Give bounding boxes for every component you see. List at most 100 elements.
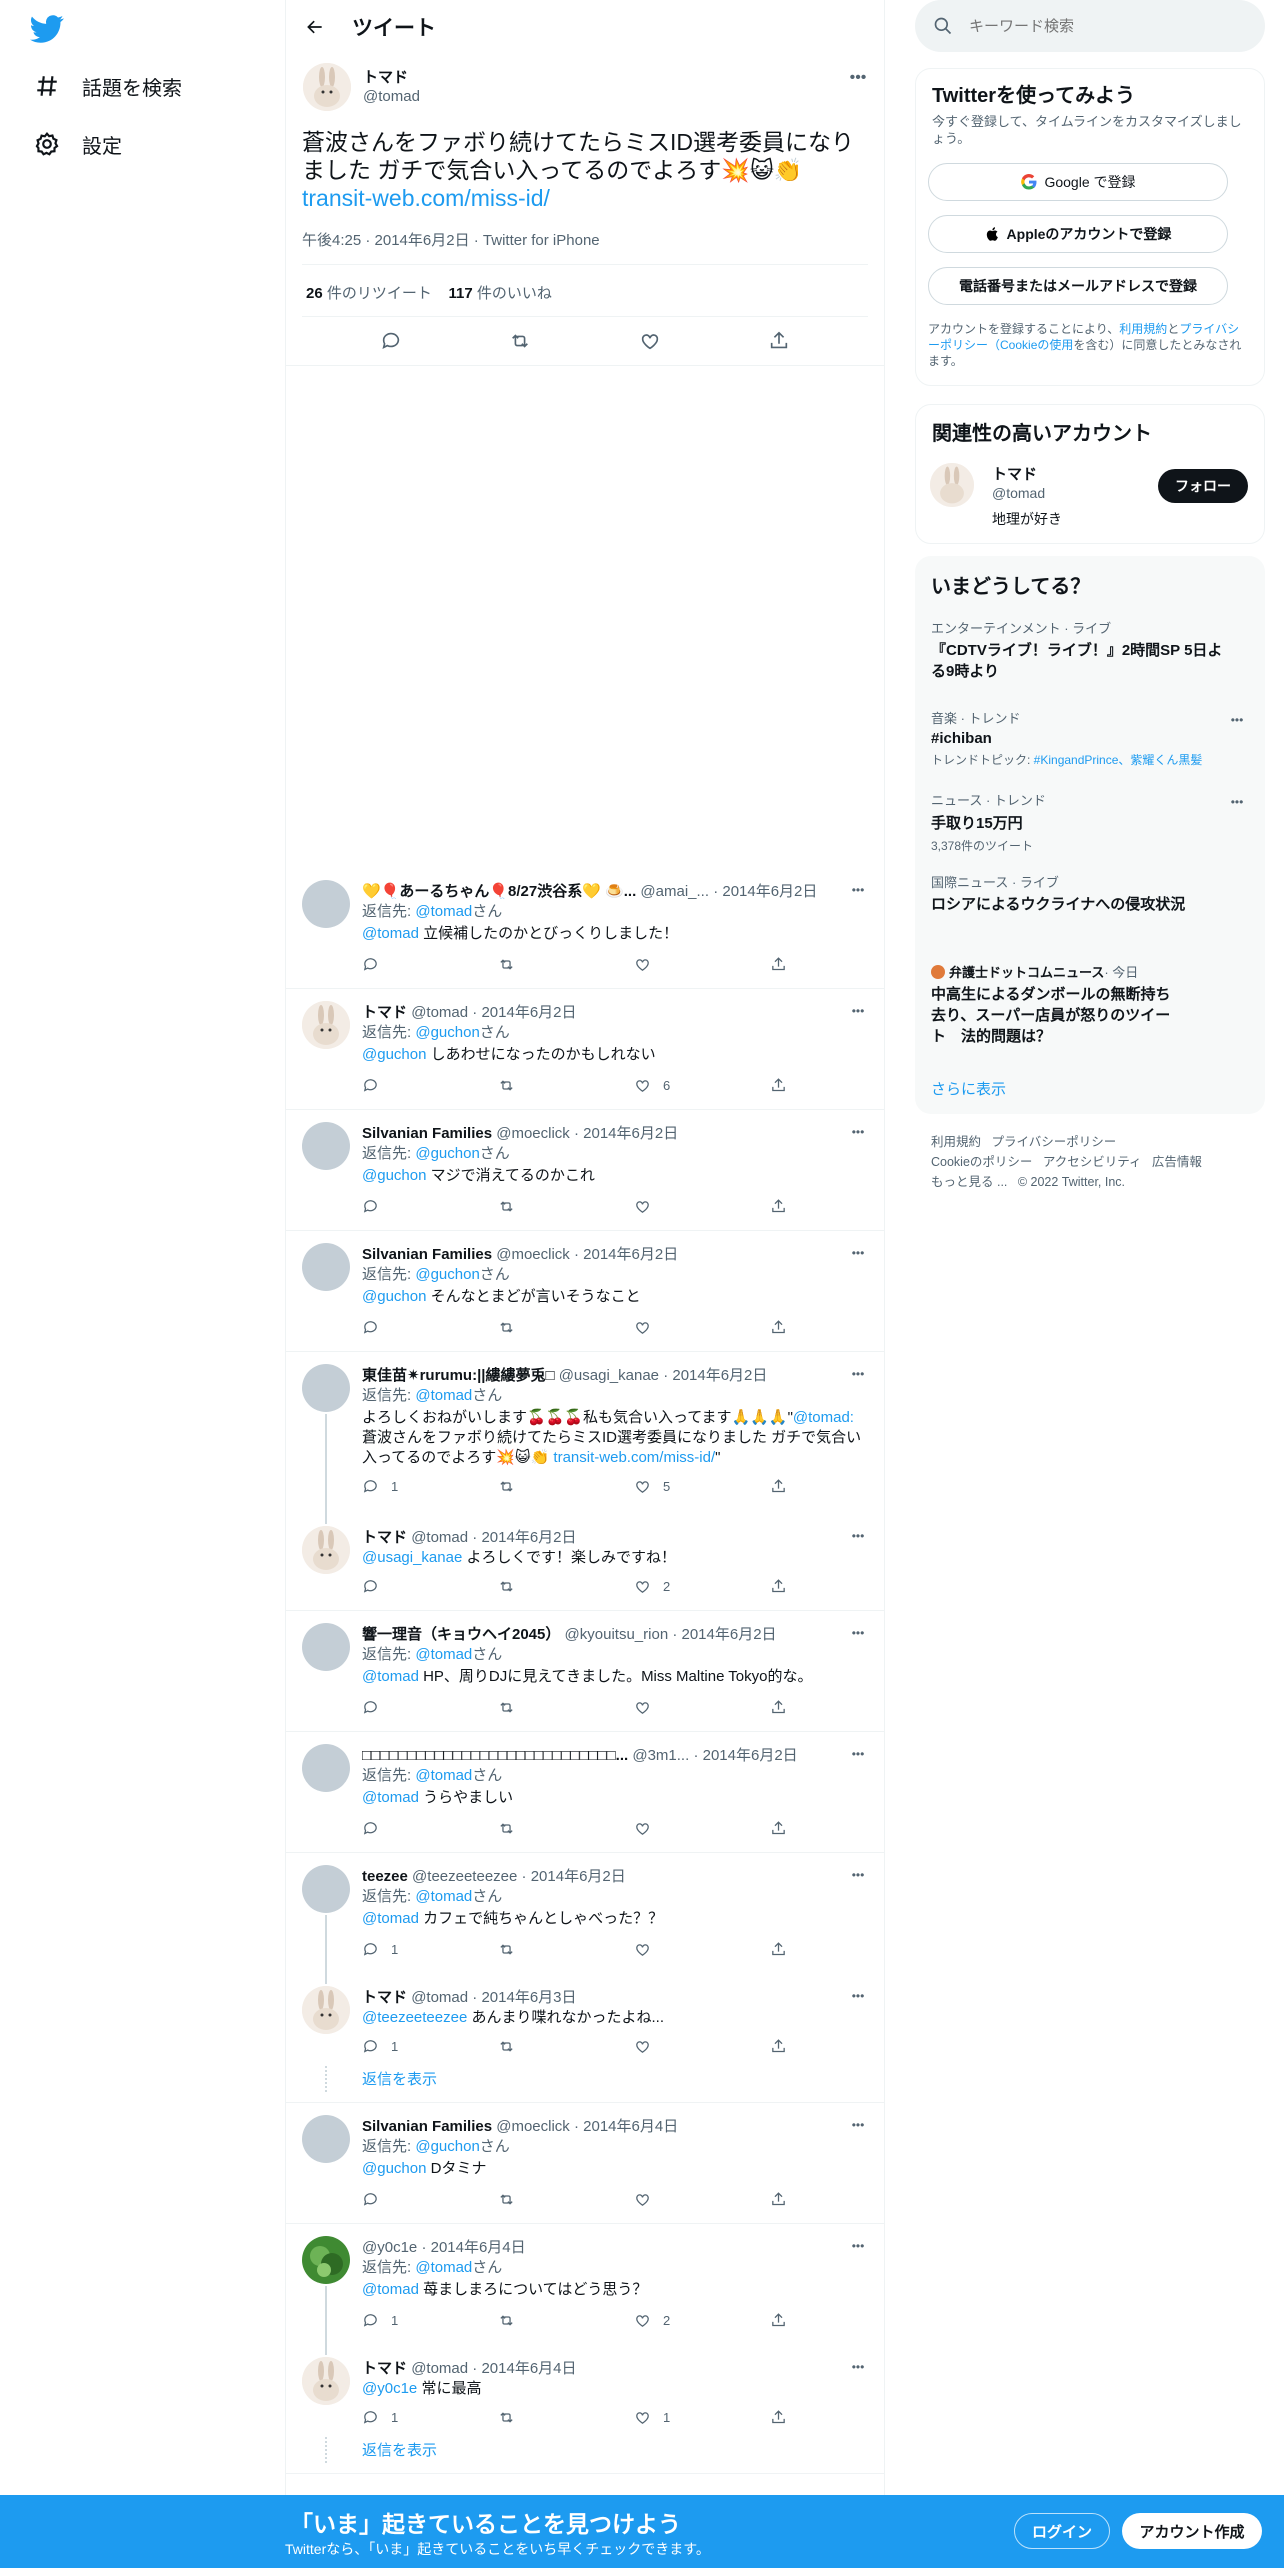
reply-tweet[interactable]: Silvanian Families @moeclick · 2014年6月2日… (286, 1231, 884, 1352)
tweet-author-name[interactable]: トマド (362, 1529, 407, 1546)
tweet-date[interactable]: · 2014年6月2日 (663, 1367, 767, 1384)
more-options-icon[interactable]: ••• (848, 68, 868, 88)
like-icon[interactable] (634, 1319, 770, 1336)
share-icon[interactable] (770, 1198, 787, 1215)
share-icon[interactable] (770, 2312, 787, 2329)
retweet-icon[interactable] (498, 1077, 634, 1094)
back-arrow-icon[interactable] (300, 12, 330, 42)
reply-tweet[interactable]: 響一理音（キョウヘイ2045） @kyouitsu_rion · 2014年6月… (286, 1611, 884, 1732)
tweet-author-handle[interactable]: @usagi_kanae (559, 1367, 659, 1384)
retweet-icon[interactable] (498, 956, 634, 973)
like-icon[interactable] (634, 1820, 770, 1837)
retweet-icon[interactable] (498, 2038, 634, 2055)
avatar[interactable] (302, 2236, 350, 2284)
trend-sub-links[interactable]: #KingandPrince、紫耀くん黒髪 (1034, 753, 1203, 767)
like-label[interactable]: 件のいいね (477, 285, 552, 302)
like-icon[interactable] (634, 1941, 770, 1958)
trend-item[interactable]: ニュース · トレンド 手取り15万円 3,378件のツイート (931, 790, 1231, 854)
mention-link[interactable]: @guchon (362, 1167, 426, 1184)
reply-tweet[interactable]: 💛🎈あーるちゃん🎈8/27渋谷系💛 🍮... @amai_... · 2014年… (286, 868, 884, 989)
avatar[interactable] (302, 1623, 350, 1671)
tweet-author-handle[interactable]: @moeclick (496, 1125, 570, 1142)
retweet-label[interactable]: 件のリツイート (327, 285, 432, 302)
like-icon[interactable] (634, 1198, 770, 1215)
retweet-icon[interactable] (498, 1941, 634, 1958)
reply-icon[interactable]: 1 (362, 2038, 498, 2055)
mention-link[interactable]: @guchon (362, 2160, 426, 2177)
reply-tweet[interactable]: @y0c1e · 2014年6月4日 ••• 返信先: @tomadさん @tomad… (286, 2224, 884, 2345)
reply-to-mention[interactable]: @tomad (415, 903, 472, 920)
tweet-author-name[interactable]: トマド (362, 1004, 407, 1021)
reply-to-mention[interactable]: @tomad (415, 1888, 472, 1905)
like-icon[interactable] (639, 330, 661, 352)
like-icon[interactable] (634, 2038, 770, 2055)
terms-link[interactable]: 利用規約 (1119, 322, 1167, 336)
avatar[interactable] (302, 880, 350, 928)
more-options-icon[interactable]: ••• (848, 1526, 868, 1546)
footer-link[interactable]: もっと見る ... (931, 1175, 1007, 1189)
main-tweet-link[interactable]: transit-web.com/miss-id/ (302, 185, 550, 211)
reply-tweet[interactable]: トマド @tomad · 2014年6月4日 ••• @y0c1e 常に最高 1 1 返信… (286, 2345, 884, 2474)
tweet-date[interactable]: · 2014年6月4日 (421, 2239, 525, 2256)
tweet-author-name[interactable]: 東佳苗✷rurumu:||縷縷夢兎□ (362, 1367, 555, 1384)
like-icon[interactable]: 6 (634, 1077, 770, 1094)
related-handle[interactable]: @tomad (992, 485, 1045, 501)
more-options-icon[interactable]: ••• (848, 2357, 868, 2377)
share-icon[interactable] (770, 1319, 787, 1336)
tweet-author-handle[interactable]: @moeclick (496, 1246, 570, 1263)
avatar[interactable] (302, 1243, 350, 1291)
reply-icon[interactable]: 1 (362, 1478, 498, 1495)
tweet-author-handle[interactable]: @tomad (411, 1004, 468, 1021)
cookie-link[interactable]: （Cookieの使用 (988, 338, 1073, 352)
tweet-date[interactable]: · 2014年6月2日 (672, 1626, 776, 1643)
reply-tweet[interactable]: 東佳苗✷rurumu:||縷縷夢兎□ @usagi_kanae · 2014年6… (286, 1352, 884, 1514)
reply-icon[interactable] (362, 1077, 498, 1094)
reply-icon[interactable] (362, 956, 498, 973)
apple-signup-button[interactable]: Appleのアカウントで登録 (928, 215, 1228, 253)
trend-item[interactable]: 弁護士ドットコムニュース · 今日 中高生によるダンボールの無断持ち去り、スーパ… (931, 962, 1171, 1047)
nav-settings[interactable]: 設定 (32, 126, 122, 162)
reply-tweet[interactable]: Silvanian Families @moeclick · 2014年6月4日… (286, 2103, 884, 2224)
tweet-date[interactable]: · 2014年6月4日 (574, 2118, 678, 2135)
share-icon[interactable] (770, 1077, 787, 1094)
reply-icon[interactable] (362, 1820, 498, 1837)
like-count[interactable]: 117 (449, 285, 473, 302)
footer-link[interactable]: プライバシーポリシー (991, 1135, 1116, 1149)
main-tweet-meta[interactable]: 午後4:25 · 2014年6月2日 · Twitter for iPhone (302, 229, 600, 250)
reply-tweet[interactable]: トマド @tomad · 2014年6月2日 ••• 返信先: @guchonさん @… (286, 989, 884, 1110)
tweet-link[interactable]: transit-web.com/miss-id/ (553, 1449, 715, 1466)
mention-link[interactable]: @usagi_kanae (362, 1549, 462, 1566)
tweet-author-handle[interactable]: @moeclick (496, 2118, 570, 2135)
retweet-icon[interactable] (498, 2312, 634, 2329)
search-bar[interactable] (915, 0, 1265, 52)
reply-icon[interactable] (362, 1699, 498, 1716)
share-icon[interactable] (770, 1578, 787, 1595)
mention-link[interactable]: @tomad: (793, 1409, 854, 1426)
tweet-author-handle[interactable]: @teezeeteezee (412, 1868, 517, 1885)
footer-link[interactable]: Cookieのポリシー (931, 1155, 1032, 1169)
footer-link[interactable]: 利用規約 (931, 1135, 981, 1149)
tweet-author-name[interactable]: Silvanian Families (362, 1125, 492, 1142)
mention-link[interactable]: @teezeeteezee (362, 2009, 467, 2026)
reply-to-mention[interactable]: @tomad (415, 1646, 472, 1663)
tweet-date[interactable]: · 2014年6月3日 (472, 1989, 576, 2006)
retweet-icon[interactable] (498, 2191, 634, 2208)
reply-to-mention[interactable]: @tomad (415, 1387, 472, 1404)
tweet-date[interactable]: · 2014年6月4日 (472, 2360, 576, 2377)
more-options-icon[interactable]: ••• (848, 1744, 868, 1764)
trend-item[interactable]: エンターテインメント · ライブ 『CDTVライブ！ライブ！』2時間SP 5日よ… (931, 618, 1231, 682)
tweet-author-name[interactable]: 響一理音（キョウヘイ2045） (362, 1626, 560, 1643)
avatar[interactable] (302, 1865, 350, 1913)
tweet-date[interactable]: · 2014年6月2日 (574, 1246, 678, 1263)
avatar[interactable] (302, 1001, 350, 1049)
mention-link[interactable]: @tomad (362, 2281, 419, 2298)
tweet-date[interactable]: · 2014年6月2日 (522, 1868, 626, 1885)
reply-icon[interactable] (380, 330, 402, 352)
like-icon[interactable] (634, 2191, 770, 2208)
nav-explore[interactable]: 話題を検索 (32, 68, 182, 104)
share-icon[interactable] (770, 1820, 787, 1837)
tweet-date[interactable]: · 2014年6月2日 (713, 883, 817, 900)
retweet-icon[interactable] (498, 1699, 634, 1716)
show-replies-link[interactable]: 返信を表示 (362, 2439, 437, 2460)
avatar[interactable] (930, 463, 974, 507)
